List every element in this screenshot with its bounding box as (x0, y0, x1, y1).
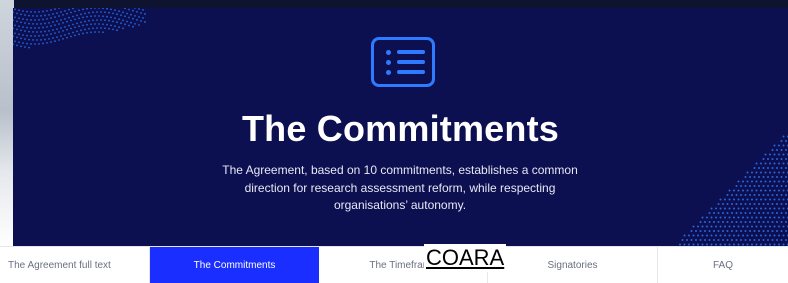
list-bullet (386, 50, 391, 55)
tab-signatories[interactable]: Signatories (488, 247, 658, 283)
dot-pattern-top-left (13, 8, 153, 68)
hero-banner: The Commitments The Agreement, based on … (13, 8, 788, 246)
list-line (397, 60, 425, 64)
tab-faq[interactable]: FAQ (658, 247, 788, 283)
list-icon (371, 37, 435, 87)
list-line (397, 50, 425, 54)
section-tabs: The Agreement full text The Commitments … (0, 246, 788, 282)
top-strip (0, 0, 788, 8)
list-bullet (386, 60, 391, 65)
description-line: The Agreement, based on 10 commitments, … (222, 163, 578, 177)
page-description: The Agreement, based on 10 commitments, … (200, 162, 600, 215)
tab-agreement-full-text[interactable]: The Agreement full text (0, 247, 150, 283)
list-bullet (386, 70, 391, 75)
description-line: organisations’ autonomy. (334, 198, 466, 212)
tab-the-commitments[interactable]: The Commitments (150, 247, 319, 283)
coara-overlay-label: COARA (424, 244, 506, 272)
page-title: The Commitments (13, 108, 788, 150)
list-line (397, 70, 425, 74)
background-photo-strip (0, 0, 14, 246)
description-line: direction for research assessment reform… (245, 181, 556, 195)
